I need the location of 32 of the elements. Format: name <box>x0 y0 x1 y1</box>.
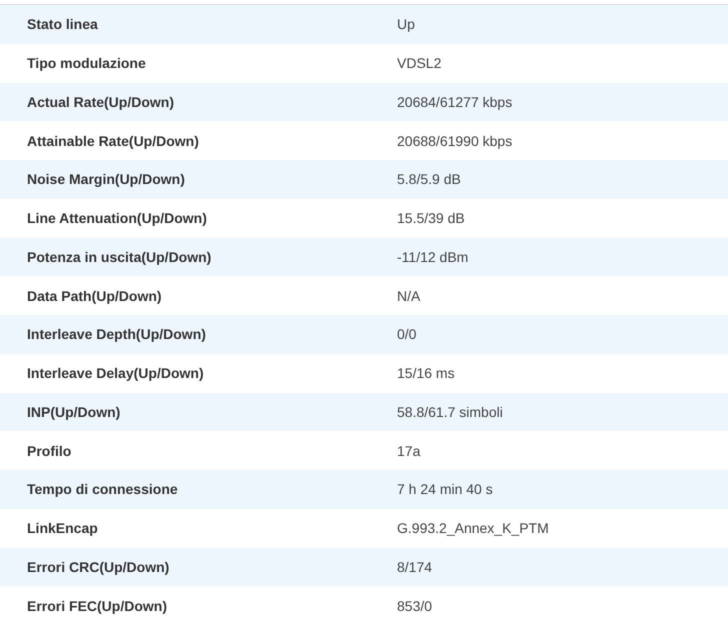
row-label: Attainable Rate(Up/Down) <box>26 132 200 149</box>
row-value: 5.8/5.9 dB <box>397 171 462 188</box>
row-label: Tipo modulazione <box>26 55 147 72</box>
row-label: Potenza in uscita(Up/Down) <box>26 248 212 265</box>
row-value: 7 h 24 min 40 s <box>397 481 494 498</box>
row-value: 20688/61990 kbps <box>397 132 514 149</box>
row-label: Interleave Depth(Up/Down) <box>26 326 207 342</box>
row-label: Errori CRC(Up/Down) <box>26 558 170 575</box>
row-value: 0/0 <box>397 326 418 342</box>
row-label: Tempo di connessione <box>26 481 179 498</box>
row-label: Data Path(Up/Down) <box>26 288 163 304</box>
row-value: 8/174 <box>397 558 434 575</box>
row-value: Up <box>397 16 416 32</box>
row-label: Actual Rate(Up/Down) <box>26 94 175 110</box>
row-value: 15.5/39 dB <box>397 210 466 226</box>
row-label: Interleave Delay(Up/Down) <box>26 365 205 382</box>
row-value: 853/0 <box>397 598 434 614</box>
row-value: 58.8/61.7 simboli <box>397 404 504 420</box>
row-value: 15/16 ms <box>397 365 456 382</box>
row-label: LinkEncap <box>26 520 99 536</box>
row-label: Stato linea <box>26 16 99 32</box>
row-value: -11/12 dBm <box>397 248 470 265</box>
row-value: N/A <box>397 288 422 304</box>
row-label: Line Attenuation(Up/Down) <box>26 210 208 226</box>
row-value: VDSL2 <box>397 55 442 72</box>
row-label: Errori FEC(Up/Down) <box>26 598 168 614</box>
row-value: 20684/61277 kbps <box>397 94 514 110</box>
row-value: G.993.2_Annex_K_PTM <box>397 520 550 536</box>
row-value: 17a <box>397 442 422 459</box>
row-label: Profilo <box>26 442 72 459</box>
row-label: Noise Margin(Up/Down) <box>26 171 186 188</box>
row-label: INP(Up/Down) <box>26 404 122 420</box>
